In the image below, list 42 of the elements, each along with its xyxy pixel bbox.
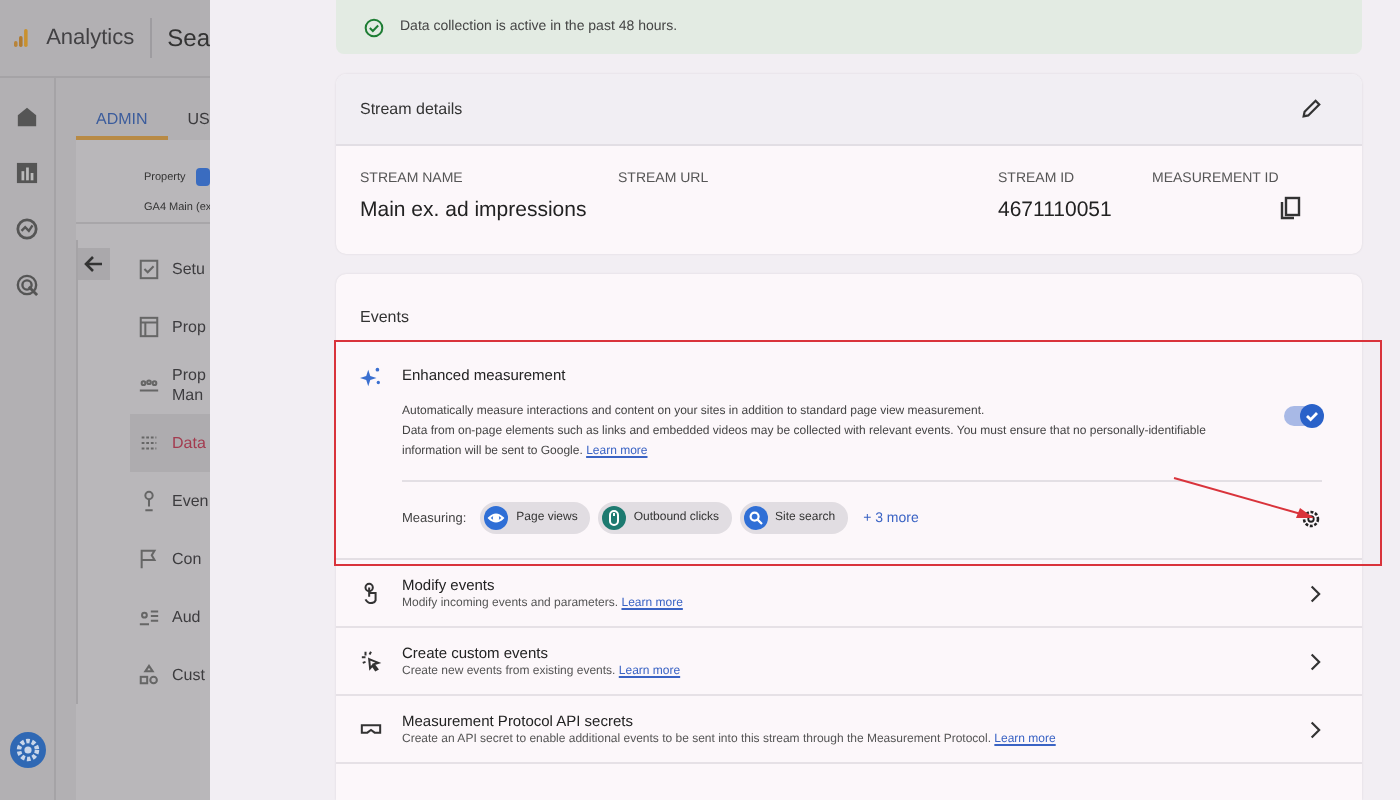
- field-value: 4671110051: [998, 198, 1114, 222]
- search-icon: [743, 506, 768, 530]
- flag-menu-icon: [138, 548, 160, 570]
- bar-chart-icon[interactable]: [16, 162, 38, 184]
- audience-menu-icon: [138, 606, 160, 628]
- target-cursor-icon[interactable]: [16, 274, 38, 296]
- card-title: Events: [360, 308, 409, 326]
- data-menu-icon: [138, 432, 160, 454]
- admin-menu-item[interactable]: Prop Man: [130, 356, 210, 414]
- admin-menu-item[interactable]: Even: [130, 472, 210, 530]
- product-name: Analytics: [46, 26, 135, 50]
- admin-tab[interactable]: US: [167, 78, 210, 140]
- sparkle-icon: [360, 366, 382, 388]
- admin-menu-item[interactable]: Setu: [130, 240, 210, 298]
- card-title: Stream details: [360, 100, 463, 118]
- eye-icon: [484, 506, 509, 530]
- events-menu-icon: [138, 490, 160, 512]
- admin-menu-item[interactable]: Data: [130, 414, 210, 472]
- search-text[interactable]: Sea: [167, 24, 210, 52]
- click-sparkle-icon: [360, 650, 382, 672]
- settings-icon[interactable]: [1300, 507, 1323, 529]
- home-icon[interactable]: [16, 106, 38, 128]
- chevron-right-icon: [1308, 651, 1323, 671]
- admin-menu-item[interactable]: Con: [130, 530, 210, 588]
- chevron-right-icon: [1308, 719, 1323, 739]
- people-menu-icon: [138, 374, 160, 396]
- hand-pointer-icon: [360, 582, 382, 604]
- edit-icon[interactable]: [1300, 98, 1323, 120]
- copy-icon[interactable]: [1278, 196, 1303, 220]
- admin-menu-item[interactable]: Aud: [130, 588, 210, 646]
- admin-menu-item[interactable]: Prop: [130, 298, 210, 356]
- property-menu-icon: [138, 316, 160, 338]
- admin-menu-item[interactable]: Cust: [130, 646, 210, 704]
- trend-circle-icon[interactable]: [16, 218, 38, 240]
- check-circle-icon: [364, 17, 384, 37]
- chevron-right-icon: [1308, 583, 1323, 603]
- custom-menu-icon: [138, 664, 160, 686]
- mouse-icon: [601, 506, 626, 530]
- field-value: Main ex. ad impressions: [360, 198, 589, 222]
- property-chip[interactable]: [195, 168, 210, 186]
- setup-menu-icon: [138, 258, 160, 280]
- toggle-switch[interactable]: [1284, 406, 1323, 426]
